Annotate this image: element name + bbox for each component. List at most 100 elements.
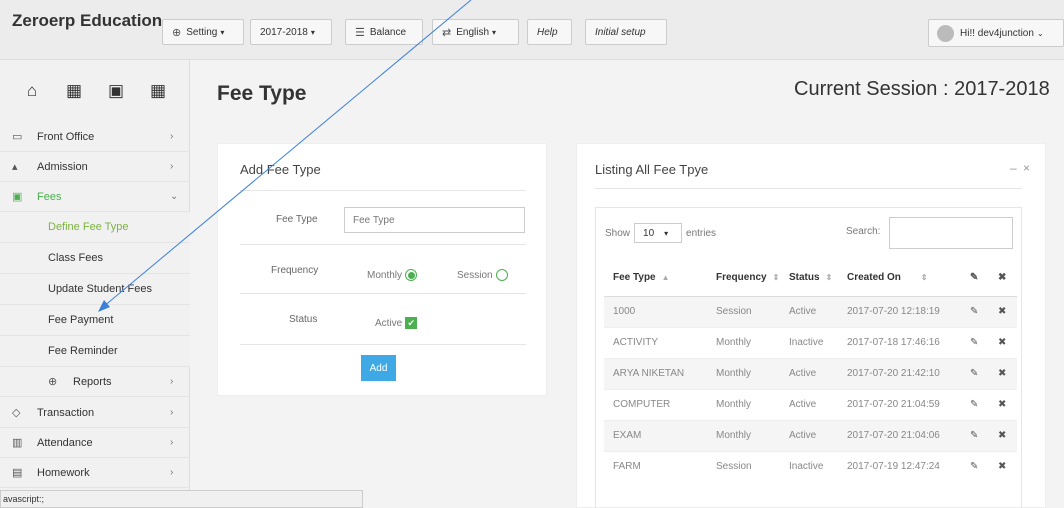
graduation-cap-icon: ▴ [12, 161, 18, 173]
sidebar-subitem-class-fees[interactable]: Class Fees [0, 243, 190, 274]
delete-icon[interactable]: ✖ [989, 295, 1017, 327]
user-label: Hi!! dev4junction [960, 27, 1034, 39]
edit-icon[interactable]: ✎ [961, 357, 989, 389]
translate-icon: ⇄ [442, 26, 452, 39]
sidebar-subitem-define-fee-type[interactable]: Define Fee Type [0, 212, 190, 243]
sidebar: ⌂ ▦ ▣ ▦ ▭ Front Office › ▴ Admission › ▣… [0, 60, 190, 508]
edit-icon[interactable]: ✎ [961, 419, 989, 451]
cell-fee-type: EXAM [604, 419, 707, 451]
table-row: FARM Session Inactive 2017-07-19 12:47:2… [604, 450, 1017, 482]
sort-icon: ⇕ [772, 273, 780, 283]
edit-icon[interactable]: ✎ [961, 326, 989, 358]
bar-chart-icon: ▥ [12, 437, 23, 449]
status-label: Status [289, 314, 318, 325]
edit-icon[interactable]: ✎ [961, 388, 989, 420]
cell-created-on: 2017-07-20 21:04:06 [838, 419, 961, 451]
delete-icon: ✖ [998, 272, 1007, 284]
active-label: Active [375, 317, 403, 329]
radio-unchecked-icon[interactable] [495, 269, 508, 281]
sidebar-subitem-update-student-fees[interactable]: Update Student Fees [0, 274, 190, 305]
help-button[interactable]: Help [527, 19, 572, 45]
show-label: Show [605, 227, 631, 239]
minimize-icon[interactable]: – [1010, 161, 1017, 175]
session-dropdown[interactable]: 2017-2018 ▾ [250, 19, 332, 45]
language-label: English [456, 26, 490, 38]
column-header-frequency[interactable]: Frequency ⇕ [707, 260, 780, 297]
delete-icon[interactable]: ✖ [989, 419, 1017, 451]
delete-icon[interactable]: ✖ [989, 357, 1017, 389]
cell-created-on: 2017-07-20 21:04:59 [838, 388, 961, 420]
table-row: EXAM Monthly Active 2017-07-20 21:04:06 … [604, 419, 1017, 451]
money-icon: ▣ [12, 191, 23, 203]
cell-frequency: Session [707, 450, 780, 482]
caret-down-icon: ▾ [220, 27, 225, 37]
add-button[interactable]: Add [361, 355, 396, 381]
language-dropdown[interactable]: ⇄ English ▾ [432, 19, 519, 45]
top-bar: Zeroerp Education ⊕ Setting ▾ 2017-2018 … [0, 0, 1064, 60]
sidebar-item-label: Fee Reminder [48, 345, 118, 357]
search-label: Search: [846, 226, 881, 237]
chevron-right-icon: › [170, 467, 174, 478]
sidebar-item-label: Attendance [37, 436, 93, 449]
column-header-fee-type[interactable]: Fee Type ▲ [604, 260, 707, 297]
user-menu[interactable]: Hi!! dev4junction ⌄ [928, 19, 1064, 47]
initial-setup-button[interactable]: Initial setup [585, 19, 667, 45]
sidebar-subitem-reports[interactable]: ⊕ Reports › [0, 367, 190, 397]
delete-icon[interactable]: ✖ [989, 450, 1017, 482]
sidebar-item-label: Homework [37, 466, 90, 479]
initial-setup-label: Initial setup [595, 26, 646, 38]
sidebar-subitem-fee-payment[interactable]: Fee Payment [0, 305, 190, 336]
edit-icon: ✎ [970, 272, 979, 284]
delete-icon[interactable]: ✖ [989, 326, 1017, 358]
entries-select[interactable]: 10 ▾ [634, 223, 683, 243]
frequency-session-option[interactable]: Session [457, 269, 508, 281]
sidebar-item-homework[interactable]: ▤ Homework › [0, 458, 190, 488]
balance-button[interactable]: ☰ Balance [345, 19, 423, 45]
sidebar-item-front-office[interactable]: ▭ Front Office › [0, 122, 190, 152]
sidebar-item-transaction[interactable]: ◇ Transaction › [0, 398, 190, 428]
radio-checked-icon[interactable] [405, 269, 418, 281]
cell-status: Inactive [780, 450, 838, 482]
cell-created-on: 2017-07-18 17:46:16 [838, 326, 961, 358]
sidebar-item-attendance[interactable]: ▥ Attendance › [0, 428, 190, 458]
status-active-checkbox[interactable]: Active ✔ [375, 317, 418, 329]
setting-dropdown[interactable]: ⊕ Setting ▾ [162, 19, 244, 45]
caret-down-icon: ▾ [492, 27, 497, 37]
divider [240, 293, 526, 294]
cell-frequency: Monthly [707, 388, 780, 420]
table-row: ACTIVITY Monthly Inactive 2017-07-18 17:… [604, 326, 1017, 358]
edit-icon[interactable]: ✎ [961, 450, 989, 482]
cell-status: Active [780, 419, 838, 451]
column-header-status[interactable]: Status ⇕ [780, 260, 838, 297]
entries-value: 10 [643, 227, 655, 239]
frequency-monthly-option[interactable]: Monthly [367, 269, 418, 281]
column-header-created-on[interactable]: Created On ⇕ [838, 260, 961, 297]
database-icon: ☰ [355, 26, 365, 39]
sidebar-item-admission[interactable]: ▴ Admission › [0, 152, 190, 182]
fee-type-input[interactable]: Fee Type [344, 207, 525, 233]
sort-icon: ⇕ [825, 273, 833, 283]
edit-icon[interactable]: ✎ [961, 295, 989, 327]
chevron-right-icon: › [170, 376, 174, 387]
divider [595, 188, 1022, 189]
cell-frequency: Monthly [707, 419, 780, 451]
cell-status: Active [780, 357, 838, 389]
close-icon[interactable]: × [1023, 161, 1030, 175]
calendar-icon[interactable]: ▦ [144, 77, 172, 105]
chevron-down-icon: ⌄ [170, 191, 179, 202]
checkbox-checked-icon[interactable]: ✔ [405, 317, 418, 329]
cell-fee-type: ARYA NIKETAN [604, 357, 707, 389]
delete-icon[interactable]: ✖ [989, 388, 1017, 420]
map-icon[interactable]: ▦ [60, 77, 88, 105]
lock-icon[interactable]: ▣ [102, 77, 130, 105]
search-input[interactable] [889, 217, 1013, 249]
cell-created-on: 2017-07-19 12:47:24 [838, 450, 961, 482]
session-label: Session [457, 269, 493, 281]
sidebar-item-fees[interactable]: ▣ Fees ⌄ [0, 182, 190, 212]
chevron-right-icon: › [170, 437, 174, 448]
column-header-edit: ✎ [961, 260, 989, 297]
sidebar-subitem-fee-reminder[interactable]: Fee Reminder [0, 336, 190, 367]
home-icon[interactable]: ⌂ [18, 77, 46, 105]
globe-icon: ⊕ [48, 376, 58, 388]
data-table-wrapper: Show 10 ▾ entries Search: Fee Type ▲ Freq… [595, 207, 1022, 508]
